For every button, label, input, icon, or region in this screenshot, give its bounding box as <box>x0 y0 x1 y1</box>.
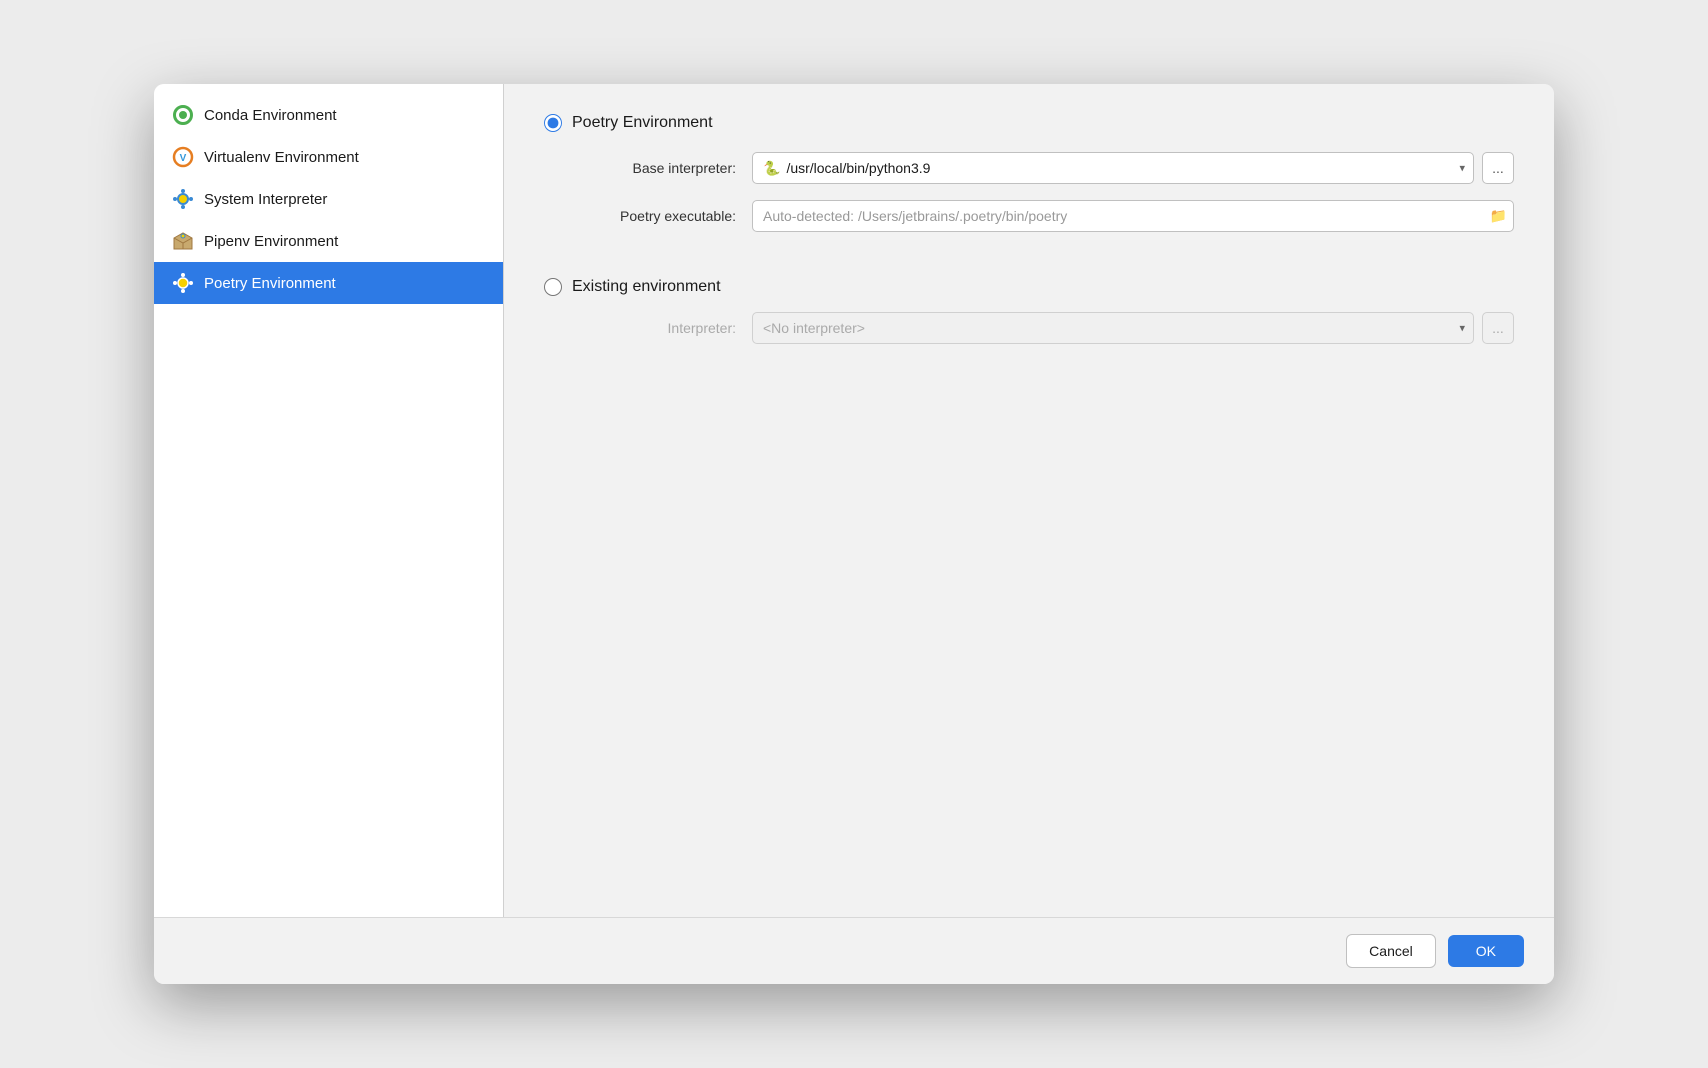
sidebar-item-pipenv[interactable]: Pipenv Environment <box>154 220 503 262</box>
base-interpreter-value: /usr/local/bin/python3.9 <box>786 160 930 176</box>
content-spacer <box>544 360 1514 887</box>
poetry-executable-placeholder: Auto-detected: /Users/jetbrains/.poetry/… <box>763 208 1067 224</box>
base-interpreter-field-wrapper: 🐍 /usr/local/bin/python3.9 ▾ ... <box>752 152 1514 184</box>
interpreter-dropdown: <No interpreter> ▾ <box>752 312 1474 344</box>
poetry-executable-input[interactable]: Auto-detected: /Users/jetbrains/.poetry/… <box>752 200 1514 232</box>
system-icon <box>172 188 194 210</box>
dialog-footer: Cancel OK <box>154 917 1554 984</box>
interpreter-placeholder: <No interpreter> <box>763 320 865 336</box>
interpreter-ellipsis-label: ... <box>1492 320 1504 336</box>
existing-environment-radio[interactable] <box>544 278 562 296</box>
sidebar-item-label-conda: Conda Environment <box>204 107 337 124</box>
interpreter-ellipsis-button: ... <box>1482 312 1514 344</box>
poetry-environment-radio[interactable] <box>544 114 562 132</box>
sidebar-item-conda[interactable]: Conda Environment <box>154 94 503 136</box>
base-interpreter-row: Base interpreter: 🐍 /usr/local/bin/pytho… <box>572 152 1514 184</box>
main-content: Poetry Environment Base interpreter: 🐍 /… <box>504 84 1554 917</box>
dialog-body: Conda Environment V Virtualenv Environme… <box>154 84 1554 917</box>
interpreter-row: Interpreter: <No interpreter> ▾ ... <box>572 312 1514 344</box>
interpreter-label: Interpreter: <box>572 320 752 336</box>
folder-icon: 📁 <box>1490 208 1507 225</box>
poetry-icon <box>172 272 194 294</box>
sidebar-item-label-pipenv: Pipenv Environment <box>204 233 338 250</box>
poetry-executable-label: Poetry executable: <box>572 208 752 224</box>
base-interpreter-dropdown[interactable]: 🐍 /usr/local/bin/python3.9 ▾ <box>752 152 1474 184</box>
cancel-button[interactable]: Cancel <box>1346 934 1436 968</box>
poetry-environment-label[interactable]: Poetry Environment <box>572 114 713 132</box>
dialog: Conda Environment V Virtualenv Environme… <box>154 84 1554 984</box>
sidebar-item-poetry[interactable]: Poetry Environment <box>154 262 503 304</box>
interpreter-field-wrapper: <No interpreter> ▾ ... <box>752 312 1514 344</box>
sidebar-item-virtualenv[interactable]: V Virtualenv Environment <box>154 136 503 178</box>
sidebar: Conda Environment V Virtualenv Environme… <box>154 84 504 917</box>
poetry-radio-header: Poetry Environment <box>544 114 1514 132</box>
base-interpreter-ellipsis-button[interactable]: ... <box>1482 152 1514 184</box>
sidebar-item-label-system: System Interpreter <box>204 191 327 208</box>
poetry-environment-section: Poetry Environment Base interpreter: 🐍 /… <box>544 114 1514 248</box>
interpreter-dropdown-container: <No interpreter> ▾ <box>752 312 1474 344</box>
base-interpreter-dropdown-arrow: ▾ <box>1459 162 1465 175</box>
virtualenv-icon: V <box>172 146 194 168</box>
svg-text:V: V <box>180 153 187 164</box>
interpreter-dropdown-arrow: ▾ <box>1459 322 1465 335</box>
existing-environment-section: Existing environment Interpreter: <No in… <box>544 278 1514 360</box>
sidebar-item-label-virtualenv: Virtualenv Environment <box>204 149 359 166</box>
sidebar-item-label-poetry: Poetry Environment <box>204 275 336 292</box>
pipenv-icon <box>172 230 194 252</box>
poetry-executable-field-wrapper: Auto-detected: /Users/jetbrains/.poetry/… <box>752 200 1514 232</box>
base-interpreter-dropdown-container: 🐍 /usr/local/bin/python3.9 ▾ <box>752 152 1474 184</box>
base-interpreter-ellipsis-label: ... <box>1492 160 1504 176</box>
poetry-executable-row: Poetry executable: Auto-detected: /Users… <box>572 200 1514 232</box>
base-interpreter-label: Base interpreter: <box>572 160 752 176</box>
conda-icon <box>172 104 194 126</box>
ok-button[interactable]: OK <box>1448 935 1524 967</box>
base-interpreter-python-icon: 🐍 <box>763 160 780 177</box>
existing-environment-label[interactable]: Existing environment <box>572 278 721 296</box>
existing-radio-header: Existing environment <box>544 278 1514 296</box>
sidebar-item-system[interactable]: System Interpreter <box>154 178 503 220</box>
